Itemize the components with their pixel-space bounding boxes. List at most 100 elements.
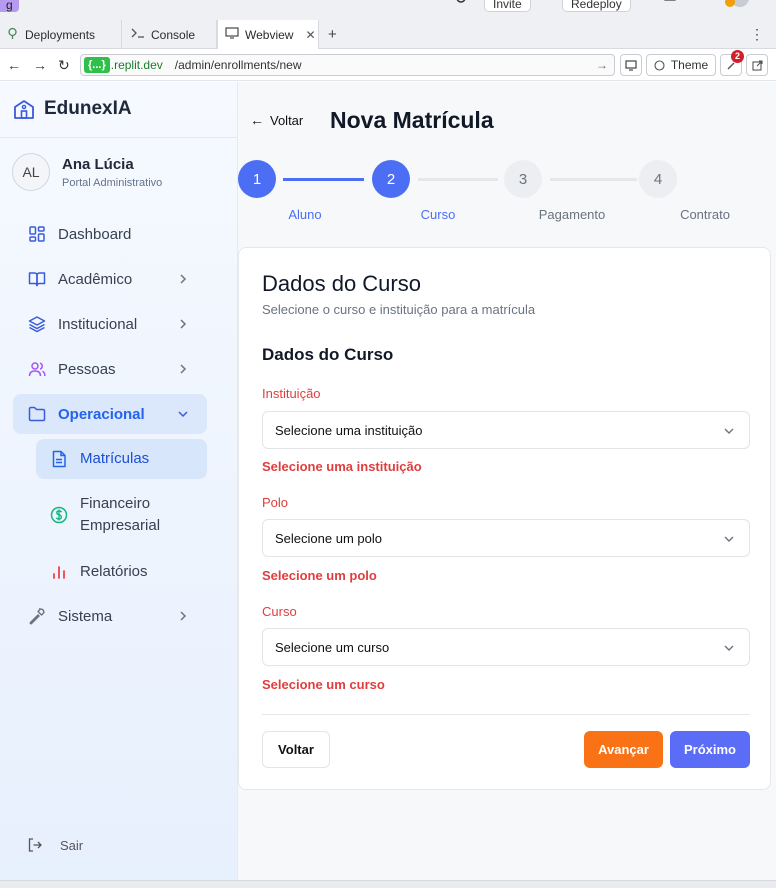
step-connector (550, 178, 637, 181)
tab-label: Console (151, 27, 196, 42)
sidebar-item-sistema[interactable]: Sistema (13, 596, 207, 636)
url-host: .replit.dev (110, 58, 163, 72)
bell-icon[interactable] (696, 0, 712, 8)
notification-badge: 2 (731, 50, 744, 63)
chevron-right-icon (180, 319, 187, 329)
tab-webview[interactable]: Webview ✕ (217, 20, 319, 49)
chevron-down-icon (724, 428, 734, 434)
step-1[interactable]: 1 (238, 160, 276, 198)
dollar-circle-icon (50, 506, 68, 524)
close-icon[interactable]: ✕ (305, 28, 315, 42)
institution-label: Instituição (262, 386, 321, 401)
polo-select[interactable]: Selecione um polo (262, 519, 750, 557)
wrench-icon (29, 608, 45, 625)
step-4[interactable]: 4 (639, 160, 677, 198)
institution-select[interactable]: Selecione uma instituição (262, 411, 750, 449)
sidebar-item-dashboard[interactable]: Dashboard (13, 214, 207, 254)
course-select-value: Selecione um curso (275, 639, 390, 655)
book-open-icon (28, 272, 46, 287)
more-vertical-icon[interactable]: ⋮ (750, 26, 764, 43)
devtools-button[interactable] (620, 54, 642, 76)
step-connector (418, 178, 498, 181)
arrow-left-icon: ← (250, 112, 264, 128)
chevron-down-icon (724, 536, 734, 542)
advance-button[interactable]: Avançar (584, 731, 663, 768)
invite-button[interactable]: Invite (484, 0, 531, 12)
next-button[interactable]: Próximo (670, 731, 750, 768)
reload-icon[interactable]: ↻ (58, 57, 70, 74)
course-label: Curso (262, 604, 297, 619)
url-bar[interactable]: {...} .replit.dev /admin/enrollments/new… (80, 54, 615, 76)
card-title: Dados do Curso (262, 271, 421, 296)
tab-console[interactable]: Console (122, 20, 217, 49)
institution-error: Selecione uma instituição (262, 459, 422, 474)
sidebar: EdunexIA AL Ana Lúcia Portal Administrat… (0, 82, 238, 880)
step-connector (283, 178, 364, 181)
polo-error: Selecione um polo (262, 568, 377, 583)
back-label: Voltar (270, 112, 304, 128)
chevron-down-icon (178, 411, 188, 418)
profile-icon[interactable] (724, 0, 749, 12)
sidebar-item-relatorios[interactable]: Relatórios (36, 552, 207, 592)
step-3[interactable]: 3 (504, 160, 542, 198)
add-tab-icon[interactable]: + (328, 26, 337, 43)
window-icon[interactable] (664, 0, 680, 8)
chevron-right-icon (180, 274, 187, 284)
monitor-icon (225, 27, 239, 42)
workspace-tag[interactable]: g (0, 0, 19, 12)
back-arrow-icon[interactable]: ← (7, 57, 21, 73)
sidebar-item-label: Relatórios (80, 563, 148, 580)
redeploy-button[interactable]: Redeploy (562, 0, 631, 12)
sidebar-item-label: Pessoas (58, 360, 116, 378)
palette-icon (654, 59, 665, 71)
sidebar-item-academico[interactable]: Acadêmico (13, 259, 207, 299)
url-chip: {...} (84, 57, 110, 73)
layers-icon (28, 316, 46, 333)
monitor-icon (625, 59, 637, 71)
invite-label: Invite (493, 0, 522, 11)
chevron-right-icon (180, 364, 187, 374)
tab-deployments[interactable]: Deployments (0, 20, 122, 49)
user-profile[interactable]: AL Ana Lúcia Portal Administrativo (12, 153, 162, 191)
course-form-card: Dados do Curso Selecione o curso e insti… (238, 247, 771, 790)
page-title: Nova Matrícula (330, 107, 494, 133)
tools-button[interactable]: 2 (720, 50, 744, 76)
step-label: Aluno (288, 207, 322, 222)
redeploy-label: Redeploy (571, 0, 622, 11)
step-label: Curso (420, 207, 456, 222)
sidebar-item-label: Financeiro Empresarial (80, 495, 161, 534)
go-arrow-icon[interactable]: → (596, 58, 608, 72)
search-icon[interactable] (455, 0, 469, 11)
folder-icon (28, 406, 46, 422)
open-external-button[interactable] (746, 54, 768, 76)
external-link-icon (751, 59, 763, 71)
sidebar-divider (0, 137, 238, 138)
bar-chart-icon (53, 566, 65, 579)
back-button[interactable]: Voltar (262, 731, 330, 768)
brand[interactable]: EdunexIA (13, 98, 132, 120)
sidebar-item-operacional[interactable]: Operacional (13, 394, 207, 434)
forward-arrow-icon[interactable]: → (33, 57, 47, 73)
step-label: Pagamento (538, 207, 606, 222)
polo-select-value: Selecione um polo (275, 530, 382, 546)
tab-label: Webview (245, 27, 294, 42)
logout-button[interactable]: Sair (27, 837, 83, 853)
sidebar-item-financeiro[interactable]: Financeiro Empresarial (36, 487, 207, 543)
user-name: Ana Lúcia (62, 155, 134, 173)
sidebar-item-pessoas[interactable]: Pessoas (13, 349, 207, 389)
theme-button[interactable]: Theme (646, 54, 716, 76)
bottom-strip (0, 880, 776, 888)
section-title: Dados do Curso (262, 345, 394, 364)
step-2[interactable]: 2 (372, 160, 410, 198)
sidebar-item-matriculas[interactable]: Matrículas (36, 439, 207, 479)
sidebar-item-institucional[interactable]: Institucional (13, 304, 207, 344)
polo-label: Polo (262, 495, 289, 510)
file-text-icon (52, 450, 66, 468)
course-select[interactable]: Selecione um curso (262, 628, 750, 666)
url-path: /admin/enrollments/new (174, 58, 302, 72)
tab-bar: Deployments Console Webview ✕ + ⋮ (0, 20, 776, 49)
logout-icon (28, 838, 42, 852)
sidebar-item-label: Operacional (58, 405, 145, 423)
sidebar-item-label: Sistema (58, 607, 113, 625)
back-link[interactable]: ← Voltar (250, 112, 303, 128)
